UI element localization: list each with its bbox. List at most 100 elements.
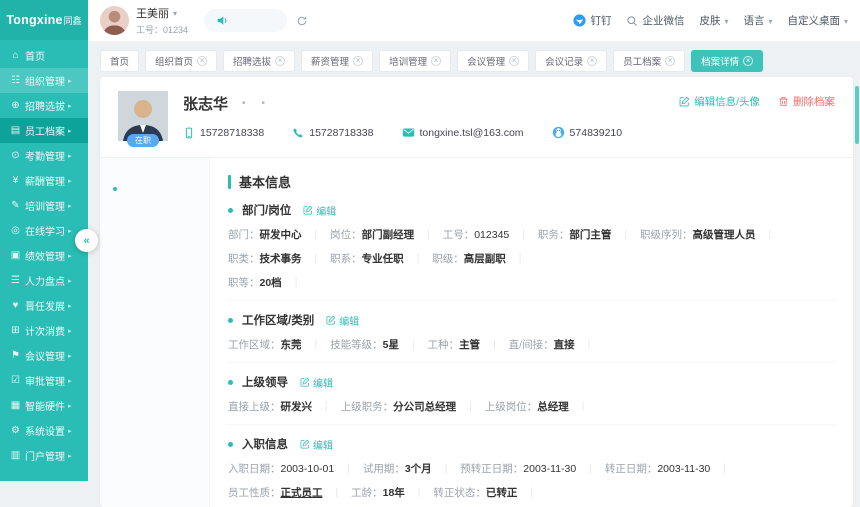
tab[interactable]: 会议管理 bbox=[457, 50, 529, 72]
portal-icon: ▥ bbox=[9, 450, 22, 461]
profile-nav-item[interactable] bbox=[100, 326, 209, 351]
submenu-arrow-icon bbox=[68, 102, 72, 110]
refresh-icon[interactable] bbox=[296, 15, 308, 27]
field-row: 部门 研发中心 岗位 部门副经理 工号 012345 职务 部门主管 职级序列 … bbox=[228, 227, 835, 266]
language-menu[interactable]: 语言 bbox=[743, 13, 772, 28]
tab[interactable]: 员工档案 bbox=[613, 50, 685, 72]
sidebar-item[interactable]: ☑ 审批管理 bbox=[0, 368, 88, 393]
profile-nav-item[interactable] bbox=[100, 376, 209, 401]
sidebar-item[interactable]: ⊕ 招聘选拔 bbox=[0, 93, 88, 118]
section-title: 部门/岗位 bbox=[242, 202, 291, 218]
skin-menu[interactable]: 皮肤 bbox=[699, 13, 728, 28]
dingtalk-button[interactable]: 钉钉 bbox=[573, 13, 611, 28]
field-value: 直接 bbox=[554, 337, 575, 352]
custom-desktop-menu[interactable]: 自定义桌面 bbox=[787, 13, 848, 28]
field-value: 主管 bbox=[459, 337, 480, 352]
close-tab-icon[interactable] bbox=[587, 56, 597, 66]
sidebar-item[interactable]: ⌂ 首页 bbox=[0, 43, 88, 68]
training-icon: ✎ bbox=[9, 200, 22, 211]
tab[interactable]: 培训管理 bbox=[379, 50, 451, 72]
profile-nav-item[interactable] bbox=[100, 476, 209, 501]
wecom-button[interactable]: 企业微信 bbox=[626, 13, 684, 28]
profile-nav-item[interactable] bbox=[100, 401, 209, 426]
mobile-icon bbox=[183, 127, 195, 139]
sidebar-item[interactable]: ▤ 员工档案 bbox=[0, 118, 88, 143]
profile-nav-item[interactable] bbox=[100, 201, 209, 226]
user-id: 工号：01234 bbox=[136, 23, 188, 36]
sidebar-item[interactable]: ▣ 绩效管理 bbox=[0, 243, 88, 268]
current-user-menu[interactable]: 王美丽 工号：01234 bbox=[100, 5, 188, 36]
sidebar-item[interactable]: ✎ 培训管理 bbox=[0, 193, 88, 218]
close-tab-icon[interactable] bbox=[275, 56, 285, 66]
online-learning-icon: ◎ bbox=[9, 225, 22, 236]
logo-suffix: 同鑫 bbox=[64, 14, 82, 27]
profile-nav-item[interactable] bbox=[100, 226, 209, 251]
submenu-arrow-icon bbox=[68, 152, 72, 160]
field-value: 技术事务 bbox=[260, 251, 302, 266]
user-avatar bbox=[100, 6, 129, 35]
sidebar-item[interactable]: ☷ 组织管理 bbox=[0, 68, 88, 93]
section-edit-button[interactable]: 编辑 bbox=[303, 203, 336, 218]
field-value: 正式员工 bbox=[281, 485, 323, 500]
close-tab-icon[interactable] bbox=[665, 56, 675, 66]
profile-nav-item[interactable] bbox=[100, 301, 209, 326]
salary-icon: ¥ bbox=[9, 175, 22, 186]
profile-nav-item[interactable] bbox=[100, 176, 209, 201]
sidebar-item[interactable]: ⊞ 计次消费 bbox=[0, 318, 88, 343]
info-section: 工作区域/类别 编辑 工作区域 东莞 技能等级 5星 工种 主管 直/间接 直接 bbox=[228, 301, 835, 363]
sidebar-item-label: 系统设置 bbox=[25, 423, 65, 438]
tab[interactable]: 薪资管理 bbox=[301, 50, 373, 72]
top-header: 王美丽 工号：01234 钉钉 企业微信 皮肤 语言 自定义桌面 bbox=[88, 0, 860, 42]
sidebar-collapse-button[interactable]: « bbox=[75, 229, 98, 252]
sidebar-item[interactable]: ⚑ 会议管理 bbox=[0, 343, 88, 368]
submenu-arrow-icon bbox=[68, 302, 72, 310]
edit-profile-button[interactable]: 编辑信息/头像 bbox=[679, 94, 760, 109]
profile-nav-item[interactable] bbox=[100, 351, 209, 376]
contact-item: 574839210 bbox=[552, 126, 623, 139]
profile-nav-item[interactable] bbox=[100, 501, 209, 507]
section-edit-button[interactable]: 编辑 bbox=[300, 375, 333, 390]
edit-icon bbox=[300, 439, 310, 449]
sidebar-item[interactable]: ▥ 门户管理 bbox=[0, 443, 88, 468]
sidebar-item[interactable]: ¥ 薪酬管理 bbox=[0, 168, 88, 193]
field: 直/间接 直接 bbox=[509, 337, 604, 352]
section-edit-label: 编辑 bbox=[313, 437, 333, 452]
scrollbar-thumb[interactable] bbox=[855, 86, 859, 144]
submenu-arrow-icon bbox=[68, 77, 72, 85]
sidebar-item[interactable]: ♥ 晋任发展 bbox=[0, 293, 88, 318]
submenu-arrow-icon bbox=[68, 127, 72, 135]
tab[interactable]: 招聘选拔 bbox=[223, 50, 295, 72]
profile-nav-item[interactable] bbox=[100, 451, 209, 476]
close-tab-icon[interactable] bbox=[743, 56, 753, 66]
field: 工作区域 东莞 bbox=[228, 337, 330, 352]
sidebar-item[interactable]: ⚙ 系统设置 bbox=[0, 418, 88, 443]
tab[interactable]: 会议记录 bbox=[535, 50, 607, 72]
hr-inventory-icon: ☰ bbox=[9, 275, 22, 286]
sidebar-item[interactable]: ▦ 智能硬件 bbox=[0, 393, 88, 418]
sidebar-item[interactable]: ⊙ 考勤管理 bbox=[0, 143, 88, 168]
sidebar-menu: ⌂ 首页 ☷ 组织管理 ⊕ 招聘选拔 ▤ 员工档案 ⊙ 考勤管理 ¥ 薪酬管理 … bbox=[0, 40, 88, 468]
profile-nav-item[interactable] bbox=[100, 426, 209, 451]
tab-label: 员工档案 bbox=[623, 54, 661, 68]
delete-profile-button[interactable]: 删除档案 bbox=[778, 94, 835, 109]
close-tab-icon[interactable] bbox=[431, 56, 441, 66]
field-label: 直接上级 bbox=[228, 399, 281, 414]
tab[interactable]: 首页 bbox=[100, 50, 139, 72]
dingtalk-icon bbox=[573, 14, 586, 27]
sidebar-item[interactable]: ☰ 人力盘点 bbox=[0, 268, 88, 293]
field: 工号 012345 bbox=[443, 227, 538, 242]
field-value: 2003-11-30 bbox=[523, 463, 576, 475]
section-edit-button[interactable]: 编辑 bbox=[326, 313, 359, 328]
profile-nav-item[interactable] bbox=[100, 251, 209, 276]
sidebar-item-label: 会议管理 bbox=[25, 348, 65, 363]
close-tab-icon[interactable] bbox=[197, 56, 207, 66]
profile-nav-item[interactable] bbox=[100, 276, 209, 301]
tab-label: 招聘选拔 bbox=[233, 54, 271, 68]
tab[interactable]: 档案详情 bbox=[691, 50, 763, 72]
close-tab-icon[interactable] bbox=[509, 56, 519, 66]
section-edit-button[interactable]: 编辑 bbox=[300, 437, 333, 452]
field: 职等 20档 bbox=[228, 275, 310, 290]
close-tab-icon[interactable] bbox=[353, 56, 363, 66]
tab[interactable]: 组织首页 bbox=[145, 50, 217, 72]
contact-value: 15728718338 bbox=[200, 127, 264, 139]
